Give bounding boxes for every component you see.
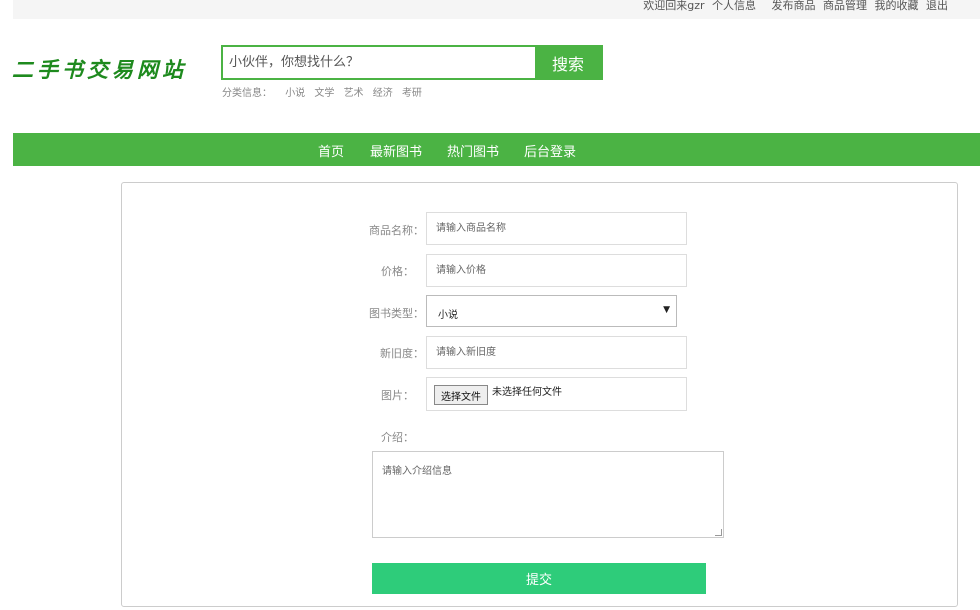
intro-label: 介绍： [381, 431, 414, 444]
nav-hot-books[interactable]: 热门图书 [447, 141, 499, 160]
site-logo[interactable]: 二手书交易网站 [12, 54, 187, 84]
main-nav: 首页 最新图书 热门图书 后台登录 [13, 133, 980, 166]
category-economics[interactable]: 经济 [373, 88, 393, 99]
image-label: 图片： [381, 389, 414, 402]
manage-link[interactable]: 商品管理 [823, 0, 867, 12]
welcome-text: 欢迎回来gzr [643, 0, 705, 12]
profile-link[interactable]: 个人信息 [712, 0, 756, 12]
search-box: 搜索 [221, 45, 603, 80]
book-type-select[interactable]: 小说 ▼ [426, 295, 677, 327]
category-exam[interactable]: 考研 [402, 88, 422, 99]
product-name-label: 商品名称： [369, 224, 424, 237]
user-links: 欢迎回来gzr 个人信息 发布商品 商品管理 我的收藏 退出 [639, 0, 948, 13]
category-label: 分类信息： [222, 88, 272, 99]
price-input[interactable] [426, 254, 687, 287]
top-bar: 欢迎回来gzr 个人信息 发布商品 商品管理 我的收藏 退出 [13, 0, 980, 19]
condition-label: 新旧度： [380, 347, 424, 360]
nav-admin-login[interactable]: 后台登录 [524, 141, 576, 160]
book-type-label: 图书类型： [369, 307, 424, 320]
publish-link[interactable]: 发布商品 [772, 0, 816, 12]
price-label: 价格： [381, 265, 414, 278]
submit-button[interactable]: 提交 [372, 563, 706, 594]
product-name-input[interactable] [426, 212, 687, 245]
file-status-text: 未选择任何文件 [492, 387, 562, 398]
resize-handle-icon[interactable] [715, 529, 722, 536]
nav-home[interactable]: 首页 [318, 141, 344, 160]
dropdown-arrow-icon: ▼ [663, 305, 670, 315]
search-button[interactable]: 搜索 [535, 47, 601, 78]
search-input[interactable] [223, 47, 535, 78]
favorites-link[interactable]: 我的收藏 [875, 0, 919, 12]
category-art[interactable]: 艺术 [344, 88, 364, 99]
intro-textarea[interactable] [372, 451, 724, 538]
book-type-value: 小说 [438, 310, 458, 321]
category-literature[interactable]: 文学 [314, 88, 334, 99]
nav-latest-books[interactable]: 最新图书 [370, 141, 422, 160]
category-novel[interactable]: 小说 [285, 88, 305, 99]
image-file-field: 选择文件 未选择任何文件 [426, 377, 687, 411]
choose-file-button[interactable]: 选择文件 [434, 385, 488, 405]
logout-link[interactable]: 退出 [926, 0, 948, 12]
category-links: 分类信息： 小说 文学 艺术 经济 考研 [222, 84, 428, 99]
condition-input[interactable] [426, 336, 687, 369]
